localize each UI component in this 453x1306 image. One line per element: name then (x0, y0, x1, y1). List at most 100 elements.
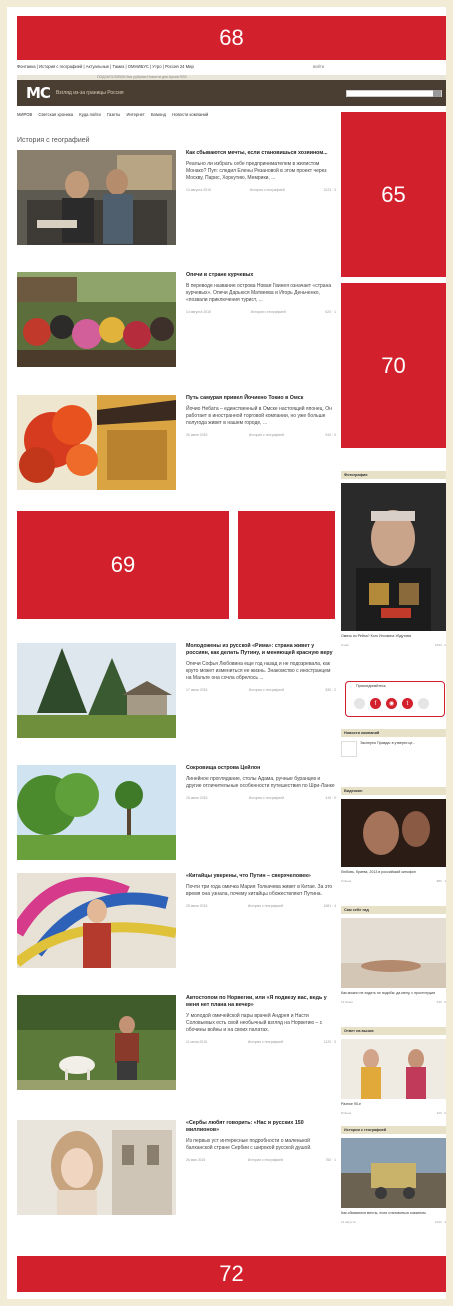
site-logo[interactable]: МС (26, 84, 51, 102)
article-stats: 1023 · 3 (323, 188, 336, 193)
article-title[interactable]: Молодожены из русской «Рима»: страна жив… (186, 643, 336, 657)
article-date: 11 июня 2015 (186, 1040, 208, 1045)
facebook-icon[interactable]: f (370, 698, 381, 709)
article-thumbnail[interactable] (17, 1120, 176, 1215)
article-thumbnail[interactable] (17, 395, 176, 490)
article-title[interactable]: «Китайцы уверены, что Путин – сверхчелов… (186, 873, 336, 880)
article-title[interactable]: Как сбываются мечты, если становишься хо… (186, 150, 336, 157)
article-description: Линейное проглядание, столы Адама, ручны… (186, 775, 335, 789)
article-date: 14 августа 2015 (186, 188, 211, 193)
sidebar-date: 14 августа (341, 1220, 356, 1224)
article-rubric[interactable]: История с географией (249, 796, 284, 800)
sidebar-travel-thumb[interactable] (341, 918, 446, 988)
sidebar-caption[interactable]: Омичь из Рейха? Кого Иголкина Уйдутова (341, 634, 446, 639)
ad-inline-small[interactable] (238, 511, 335, 619)
login-link[interactable]: войти (313, 64, 324, 69)
ad-label: 68 (219, 25, 244, 50)
article-rubric[interactable]: История с географией (251, 310, 286, 314)
sidebar-stats: 1023 · 3 (434, 1220, 446, 1224)
news-text[interactable]: Эксперты Правда: в утверти це... (360, 741, 415, 746)
article-title[interactable]: Автостопом по Норвегии, или «Я подвезу в… (186, 995, 336, 1009)
sidebar-history-thumb[interactable] (341, 1138, 446, 1208)
ad-banner-bottom[interactable]: 72 (17, 1256, 446, 1292)
article-meta: 15 июля 2015 История с географией 415 · … (186, 796, 336, 800)
nav-item[interactable]: МИРОВ (17, 112, 32, 117)
article-date: 26 июля 2015 (186, 433, 208, 438)
sidebar-meta: 6 Июня 880 · 1 (341, 879, 446, 883)
ad-banner-top[interactable]: 68 (17, 16, 446, 60)
article-title[interactable]: Опечи в стране курчевых (186, 272, 336, 279)
article-meta: 11 июня 2015 История с географией 1120 ·… (186, 1040, 336, 1044)
sidebar-stats: 320 · 0 (436, 1111, 446, 1115)
sidebar-caption[interactable]: Любовь, братва, 2013 в российский кинофо… (341, 870, 446, 875)
ad-sidebar-mid[interactable]: 70 (341, 283, 446, 448)
article-date: 14 августа 2015 (186, 310, 211, 315)
article-stats: 620 · 1 (325, 310, 336, 315)
article-date: 25 июня 2015 (186, 904, 208, 909)
article-rubric[interactable]: История с географией (248, 1040, 283, 1044)
sidebar-meta: 9 мая 1534 · 2 (341, 643, 446, 647)
article-rubric[interactable]: История с географией (250, 188, 285, 192)
sidebar-date: 9 мая (341, 643, 349, 647)
nav-item[interactable]: Интернет (126, 112, 144, 117)
sidebar-caption[interactable]: Как можно не ходить по подобы: да мелу, … (341, 991, 446, 996)
article-title[interactable]: «Сербы любят говорить: «Нас и русских 15… (186, 1120, 336, 1134)
sidebar-people-thumb[interactable] (341, 1039, 446, 1099)
nav-item[interactable]: Куда пойти (79, 112, 101, 117)
search-input[interactable] (346, 90, 442, 97)
sidebar-date: 6 Июня (341, 879, 352, 883)
article-description: Почти три года омичка Мария Толкачева жи… (186, 883, 333, 897)
article-thumbnail[interactable] (17, 873, 176, 968)
article-stats: 1081 · 4 (323, 904, 336, 909)
article-thumbnail[interactable] (17, 272, 176, 367)
article-description: Реально ли избрать себе предпринимателем… (186, 160, 327, 182)
sidebar-caption[interactable]: Разное 90-е (341, 1102, 446, 1107)
article-title[interactable]: Сокровища острова Цейлон (186, 765, 336, 772)
nav-item[interactable]: Газеты (107, 112, 120, 117)
twitter-icon[interactable]: t (402, 698, 413, 709)
article-rubric[interactable]: История с географией (248, 904, 283, 908)
article-description: У молодой омичейской пары врачей Андрея … (186, 1012, 323, 1033)
article-thumbnail[interactable] (17, 150, 176, 245)
article-stats: 415 · 0 (325, 796, 336, 801)
article-meta: 26 мая 2015 История с географией 760 · 1 (186, 1158, 336, 1162)
site-header: МС Взгляд из-за границы Россия (17, 80, 446, 106)
article-rubric[interactable]: История с географией (249, 688, 284, 692)
sidebar-stats: 1534 · 2 (434, 643, 446, 647)
article-thumbnail[interactable] (17, 765, 176, 860)
sidebar-meta: 8 Июня 320 · 0 (341, 1111, 446, 1115)
search-button[interactable] (433, 90, 441, 97)
article-description: Опечи Софья Любовина еще год назад и не … (186, 660, 331, 681)
article-thumbnail[interactable] (17, 643, 176, 738)
sidebar-stats: 880 · 1 (436, 879, 446, 883)
news-item[interactable]: Эксперты Правда: в утверти це... (341, 741, 446, 757)
nav-item[interactable]: Бомонд (151, 112, 166, 117)
share-label: Присоединяйтесь (354, 684, 388, 688)
article-thumbnail[interactable] (17, 995, 176, 1090)
sub-navigation: МИРОВ Светская хроника Куда пойти Газеты… (17, 112, 347, 120)
article-meta: 26 июля 2015 История с географией 510 · … (186, 433, 336, 437)
article-meta: 17 июля 2015 История с географией 830 · … (186, 688, 336, 692)
article-rubric[interactable]: История с географией (248, 1158, 283, 1162)
instagram-icon[interactable]: ◉ (386, 698, 397, 709)
sidebar-header: Ответ на вызов (341, 1027, 446, 1035)
social-circle-icon[interactable] (418, 698, 429, 709)
sidebar-meta: 12 Июня 540 · 0 (341, 1000, 446, 1004)
article-rubric[interactable]: История с географией (249, 433, 284, 437)
article-meta: 25 июня 2015 История с географией 1081 ·… (186, 904, 336, 908)
ad-inline-large[interactable]: 69 (17, 511, 229, 619)
ad-sidebar-top[interactable]: 65 (341, 112, 446, 277)
nav-item[interactable]: Новости компаний (172, 112, 208, 117)
ad-label: 65 (381, 181, 406, 207)
sidebar-video-thumb[interactable] (341, 799, 446, 867)
social-circle-icon[interactable] (354, 698, 365, 709)
article-title[interactable]: Путь самурая привел Йочиено Токио в Омск (186, 395, 336, 402)
sidebar-header: Видеокон (341, 787, 446, 795)
sidebar-news-block: Новости компаний Эксперты Правда: в утве… (341, 729, 446, 757)
article-description: Из первых уст интересные подробности о м… (186, 1137, 312, 1151)
sidebar-photo[interactable] (341, 483, 446, 631)
sidebar-caption[interactable]: Как сбываются мечты, если становиться хо… (341, 1211, 446, 1216)
section-title: История с географией (17, 137, 90, 144)
top-links[interactable]: Фонтанка | История с географией | Актуал… (17, 64, 347, 72)
nav-item[interactable]: Светская хроника (38, 112, 73, 117)
